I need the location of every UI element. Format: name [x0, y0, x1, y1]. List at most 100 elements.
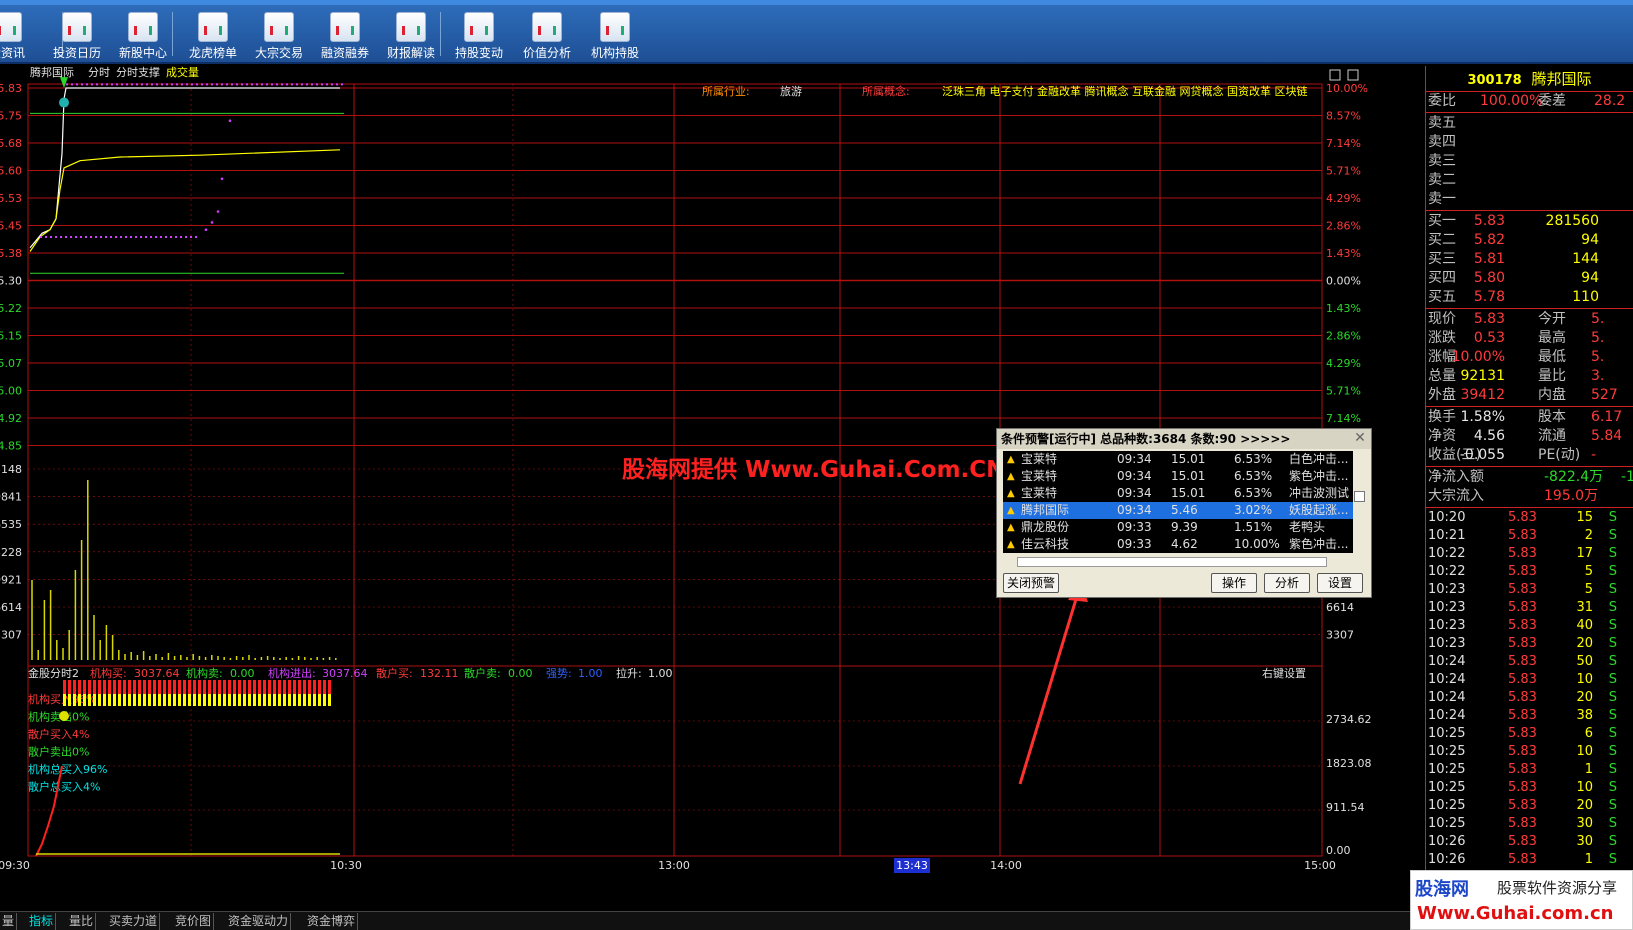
- trade-tick-row: 10:20 5.83 15 S: [1426, 509, 1633, 527]
- toolbar-button-0[interactable]: 投资讯: [0, 8, 40, 62]
- tick-volume: 1: [1584, 762, 1593, 777]
- toolbar-button-7[interactable]: 持股变动: [446, 8, 512, 62]
- indicator-red-bar: [238, 680, 241, 694]
- tab-2[interactable]: 量比: [67, 913, 97, 930]
- trade-tick-row: 10:22 5.83 5 S: [1426, 563, 1633, 581]
- tab-3[interactable]: 买卖力道: [107, 913, 161, 930]
- indicator-red-bar: [328, 680, 331, 694]
- alert-pct: 3.02%: [1234, 503, 1273, 517]
- pct-tick-label: 4.29%: [1326, 357, 1361, 370]
- tick-price: 5.83: [1508, 528, 1537, 543]
- smiley-icon: [59, 711, 69, 721]
- alert-row[interactable]: ▲ 鼎龙股份 09:33 9.39 1.51% 老鸭头: [1003, 519, 1353, 536]
- indicator-red-bar: [118, 680, 121, 694]
- toolbar-button-9[interactable]: 机构持股: [582, 8, 648, 62]
- indicator-yellow-bar: [293, 694, 296, 706]
- tick-side: S: [1608, 726, 1617, 741]
- stat-label: 涨跌: [1428, 330, 1456, 346]
- alert-row[interactable]: ▲ 佳云科技 09:33 4.62 10.00% 紫色冲击...: [1003, 536, 1353, 553]
- tick-volume: 50: [1576, 654, 1593, 669]
- tick-volume: 30: [1576, 834, 1593, 849]
- alert-name: 佳云科技: [1021, 537, 1070, 551]
- close-alert-button[interactable]: 关闭预警: [1003, 573, 1059, 593]
- stat-value-2: 5.: [1591, 349, 1605, 365]
- order-diff-label: 委差: [1538, 93, 1566, 109]
- stat-row: 换手 1.58% 股本 6.17: [1426, 408, 1633, 427]
- toolbar-separator: [440, 12, 441, 56]
- toolbar-button-1[interactable]: 投资日历: [44, 8, 110, 62]
- toolbar-button-8[interactable]: 价值分析: [514, 8, 580, 62]
- indicator-yellow-bar: [253, 694, 256, 706]
- purple-dot: [210, 221, 214, 224]
- indicator-yellow-bar: [88, 694, 91, 706]
- indicator-red-bar: [213, 680, 216, 694]
- alert-row[interactable]: ▲ 宝莱特 09:34 15.01 6.53% 紫色冲击...: [1003, 468, 1353, 485]
- alert-row[interactable]: ▲ 宝莱特 09:34 15.01 6.53% 冲击波测试: [1003, 485, 1353, 502]
- operate-button[interactable]: 操作: [1211, 573, 1257, 593]
- indicator-red-bar: [148, 680, 151, 694]
- indicator-yellow-bar: [103, 694, 106, 706]
- indicator-red-bar: [223, 680, 226, 694]
- price-tick-label: 5.00: [0, 385, 22, 398]
- alert-arrow-icon: ▲: [1007, 522, 1015, 533]
- alert-row[interactable]: ▲ 宝莱特 09:34 15.01 6.53% 白色冲击...: [1003, 451, 1353, 468]
- tab-5[interactable]: 资金驱动力: [226, 913, 292, 930]
- indicator-yellow-bar: [193, 694, 196, 706]
- purple-dot: [216, 210, 220, 213]
- alert-scrollbar[interactable]: [1017, 557, 1327, 567]
- flow-value-2: -1: [1621, 469, 1633, 485]
- concept-label: 所属概念:: [862, 84, 910, 98]
- indicator-yellow-bar: [93, 694, 96, 706]
- indicator-legend-item: 机构总买入96%: [28, 762, 107, 776]
- alert-checkbox[interactable]: [1354, 491, 1365, 502]
- tab-4[interactable]: 竞价图: [173, 913, 215, 930]
- toolbar-chart-icon: [396, 12, 426, 42]
- tick-time: 10:24: [1428, 672, 1466, 687]
- trade-tick-row: 10:24 5.83 20 S: [1426, 689, 1633, 707]
- tick-price: 5.83: [1508, 636, 1537, 651]
- bid-volume: 94: [1581, 270, 1599, 286]
- alert-row[interactable]: ▲ 腾邦国际 09:34 5.46 3.02% 妖股起涨...: [1003, 502, 1353, 519]
- alert-name: 宝莱特: [1021, 452, 1058, 466]
- toolbar-button-5[interactable]: 融资融券: [312, 8, 378, 62]
- indicator-red-bar: [293, 680, 296, 694]
- time-tick-label: 13:43: [896, 859, 928, 872]
- indicator-red-bar: [288, 680, 291, 694]
- divider: [1426, 466, 1633, 467]
- stat-value: 92131: [1460, 368, 1505, 384]
- settings-button[interactable]: 设置: [1317, 573, 1363, 593]
- close-icon[interactable]: ✕: [1353, 431, 1367, 446]
- alert-list[interactable]: ▲ 宝莱特 09:34 15.01 6.53% 白色冲击... ▲ 宝莱特 09:34 15.01…: [1003, 451, 1353, 553]
- tab-1[interactable]: 指标: [27, 913, 57, 930]
- tick-time: 10:25: [1428, 726, 1466, 741]
- divider: [1426, 507, 1633, 508]
- tab-6[interactable]: 资金博弈: [305, 913, 359, 930]
- toolbar-chart-icon: [62, 12, 92, 42]
- stat-value: 10.00%: [1451, 349, 1505, 365]
- order-ratio-label: 委比: [1428, 93, 1456, 109]
- bid-row: 买一 5.83 281560: [1426, 212, 1633, 231]
- alert-type: 冲击波测试: [1289, 486, 1350, 500]
- tick-price: 5.83: [1508, 582, 1537, 597]
- indicator-red-bar: [138, 680, 141, 694]
- bid-label: 买三: [1428, 251, 1456, 267]
- condition-alert-dialog[interactable]: 条件预警[运行中] 总品种数:3684 条数:90 >>>>> ✕ ▲ 宝莱特 09…: [996, 428, 1372, 598]
- toolbar-button-4[interactable]: 大宗交易: [246, 8, 312, 62]
- tick-time: 10:23: [1428, 618, 1466, 633]
- stat-row: 涨幅 10.00% 最低 5.: [1426, 348, 1633, 367]
- stat-value: 5.83: [1473, 311, 1505, 327]
- analyze-button[interactable]: 分析: [1264, 573, 1310, 593]
- tab-0[interactable]: 量: [0, 913, 18, 930]
- toolbar-button-2[interactable]: 新股中心: [110, 8, 176, 62]
- tick-volume: 10: [1576, 672, 1593, 687]
- pct-tick-label: 4.29%: [1326, 192, 1361, 205]
- bid-row: 买二 5.82 94: [1426, 231, 1633, 250]
- toolbar-button-6[interactable]: 财报解读: [378, 8, 444, 62]
- tick-side: S: [1608, 510, 1617, 525]
- toolbar-button-3[interactable]: 龙虎榜单: [180, 8, 246, 62]
- tick-side: S: [1608, 654, 1617, 669]
- bid-label: 买一: [1428, 213, 1456, 229]
- tick-time: 10:23: [1428, 600, 1466, 615]
- tick-side: S: [1608, 690, 1617, 705]
- indicator-buy-inst-label: 机构买:: [90, 666, 127, 680]
